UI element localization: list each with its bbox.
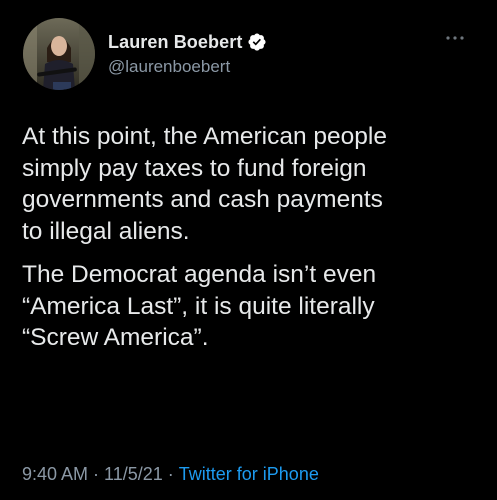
avatar-image	[23, 18, 95, 90]
display-name[interactable]: Lauren Boebert	[108, 32, 242, 53]
author-handle[interactable]: @laurenboebert	[108, 57, 267, 77]
tweet-date[interactable]: 11/5/21	[104, 464, 163, 485]
avatar[interactable]	[23, 18, 95, 90]
tweet-source-link[interactable]: Twitter for iPhone	[179, 464, 319, 485]
tweet-paragraph: The Democrat agenda isn’t even “America …	[22, 261, 377, 351]
tweet-header: Lauren Boebert @laurenboebert	[23, 17, 267, 91]
meta-separator: ·	[93, 464, 100, 484]
author-identity: Lauren Boebert @laurenboebert	[108, 32, 267, 77]
tweet-text: At this point, the American people simpl…	[22, 121, 482, 354]
more-options-button[interactable]	[441, 30, 469, 46]
more-dots-icon	[446, 36, 464, 40]
meta-separator: ·	[167, 464, 174, 484]
tweet-paragraph: At this point, the American people simpl…	[22, 123, 387, 245]
tweet-card: Lauren Boebert @laurenboebert At this po…	[0, 0, 497, 500]
verified-badge-icon	[247, 32, 267, 52]
author-name-row[interactable]: Lauren Boebert	[108, 32, 267, 53]
tweet-meta: 9:40 AM · 11/5/21 · Twitter for iPhone	[22, 464, 319, 485]
tweet-time[interactable]: 9:40 AM	[22, 464, 88, 485]
